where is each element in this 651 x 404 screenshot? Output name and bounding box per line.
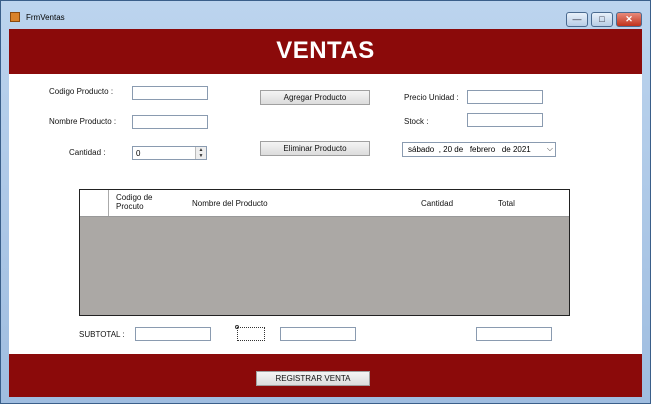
col-header-codigo-line2: Procuto [116,202,144,211]
col-header-codigo[interactable]: Codigo de Procuto [116,193,152,219]
page-title: VENTAS [276,37,375,64]
placeholder-control[interactable] [237,327,265,341]
subtotal-label: SUBTOTAL : [79,330,125,339]
close-button[interactable]: ✕ [616,12,642,27]
fecha-value: sábado , 20 de febrero de 2021 [408,145,531,154]
app-icon [10,12,20,22]
cantidad-label: Cantidad : [69,148,106,157]
precio-unidad-label: Precio Unidad : [404,93,459,102]
igv-input[interactable] [280,327,356,341]
col-header-nombre[interactable]: Nombre del Producto [192,199,268,225]
minimize-button[interactable]: — [566,12,588,27]
stepper-down-icon[interactable]: ▼ [196,153,206,159]
chevron-down-icon[interactable]: ⌵ [547,144,553,154]
stock-label: Stock : [404,117,429,126]
nombre-producto-label: Nombre Producto : [49,117,117,126]
stock-input[interactable] [467,113,543,127]
row-header-corner [80,190,109,216]
agregar-producto-button[interactable]: Agregar Producto [260,90,370,105]
precio-unidad-input[interactable] [467,90,543,104]
maximize-button[interactable]: □ [591,12,613,27]
form-client-area: VENTAS Codigo Producto : Nombre Producto… [9,29,642,397]
nombre-producto-input[interactable] [132,115,208,129]
subtotal-input[interactable] [135,327,211,341]
header-band: VENTAS [9,29,642,74]
col-header-cantidad[interactable]: Cantidad [421,199,453,225]
codigo-producto-input[interactable] [132,86,208,100]
cantidad-value: 0 [136,149,141,158]
stepper-arrows[interactable]: ▲ ▼ [195,147,206,159]
col-header-codigo-line1: Codigo de [116,193,153,202]
codigo-producto-label: Codigo Producto : [49,87,114,96]
title-bar[interactable]: FrmVentas — □ ✕ [1,1,650,28]
cantidad-stepper[interactable]: 0 ▲ ▼ [132,146,207,160]
footer-band: REGISTRAR VENTA [9,354,642,397]
window-title: FrmVentas [26,13,65,22]
eliminar-producto-button[interactable]: Eliminar Producto [260,141,370,156]
registrar-venta-button[interactable]: REGISTRAR VENTA [256,371,370,386]
fecha-datepicker[interactable]: sábado , 20 de febrero de 2021 ⌵ [402,142,556,157]
col-header-total[interactable]: Total [498,199,515,225]
productos-grid[interactable]: Codigo de Procuto Nombre del Producto Ca… [79,189,570,316]
grid-header: Codigo de Procuto Nombre del Producto Ca… [80,190,569,217]
total-input[interactable] [476,327,552,341]
frm-ventas-window: FrmVentas — □ ✕ VENTAS Codigo Producto :… [0,0,651,404]
